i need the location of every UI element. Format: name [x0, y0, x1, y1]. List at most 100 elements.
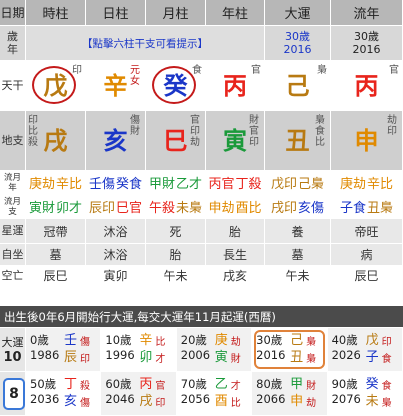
flow-month-cell-6[interactable]: 庚劫 辛比	[331, 171, 403, 195]
lp8-s1: 才	[230, 381, 241, 392]
luck-pillar-6[interactable]: 50歲 2036 丁亥 殺傷	[26, 372, 102, 416]
flow-month-cell-1[interactable]: 庚劫 辛比	[26, 171, 86, 195]
lp7-age: 60歲	[105, 377, 132, 391]
lp3-year: 2006	[180, 348, 211, 362]
stem-month-god: 食	[192, 65, 202, 76]
lp7-year: 2046	[105, 392, 135, 406]
star-1-text: 冠帶	[43, 224, 68, 239]
flow-day-cell-4[interactable]: 申劫 酉比	[206, 195, 265, 219]
branch-flow-gods: 劫印	[387, 115, 397, 137]
void-2-text: 寅卯	[103, 269, 128, 283]
luck-pillar-10[interactable]: 90歲 2076 癸未 食梟	[327, 372, 403, 416]
luck-pillar-2[interactable]: 10歲 1996 辛卯 比才	[101, 328, 177, 372]
luck-pillar-9[interactable]: 80歲 2066 甲申 財劫	[252, 372, 328, 416]
star-4-text: 胎	[228, 224, 241, 239]
stem-flow-char: 丙	[354, 71, 379, 100]
luck-pillar-8[interactable]: 70歲 2056 乙酉 才比	[176, 372, 253, 416]
void-1-text: 辰巳	[43, 269, 68, 283]
lp7-branch: 戌	[139, 394, 153, 409]
self-4-text: 長生	[222, 248, 247, 262]
fd3a: 午殺	[148, 201, 175, 216]
luck-age-cell: 30歲 2016	[265, 26, 331, 61]
luck-age: 30歲	[285, 30, 310, 43]
branch-day[interactable]: 亥 傷財	[86, 111, 146, 171]
lp1-age: 0歲	[30, 333, 49, 347]
void-4: 戌亥	[206, 266, 265, 286]
lp5-stem: 戊	[365, 333, 379, 348]
branch-flow[interactable]: 申 劫印	[331, 111, 403, 171]
flow-day-cell-6[interactable]: 子食 丑梟	[331, 195, 403, 219]
stem-hour-god: 印	[72, 65, 82, 76]
lp8-stem: 乙	[214, 377, 228, 392]
lp1-s1: 傷	[80, 337, 90, 348]
flow-day-cell-2[interactable]: 辰印 巳官	[86, 195, 146, 219]
void-2: 寅卯	[86, 266, 146, 286]
lp7-s2: 印	[155, 398, 166, 409]
stem-year-god: 官	[251, 65, 261, 76]
lp5-branch: 子	[365, 350, 379, 365]
flow-day-cell-3[interactable]: 午殺 未梟	[146, 195, 206, 219]
luck-pillar-1[interactable]: 0歲 1986 壬辰 傷印	[26, 328, 102, 372]
fm6a: 庚劫	[339, 177, 366, 192]
luck-label: 大運	[1, 336, 24, 349]
lp7-s1: 官	[155, 381, 166, 392]
fd5a: 戌印	[270, 201, 297, 216]
flow-day-cell-5[interactable]: 戌印 亥傷	[265, 195, 331, 219]
lp6-branch: 亥	[64, 394, 78, 409]
bazi-page: 日期 時柱 日柱 月柱 年柱 大運 流年 歲年 【點擊六柱干支可看提示】 30歲…	[0, 0, 403, 416]
lp5-s1: 印	[381, 337, 392, 348]
lp8-s2: 比	[230, 398, 241, 409]
self-6-text: 病	[360, 248, 373, 262]
page-number-button[interactable]: 8	[3, 378, 25, 410]
luck-pillar-5[interactable]: 40歲 2026 戊子 印食	[327, 328, 403, 372]
fm4b: 丁殺	[235, 177, 262, 192]
lp9-s2: 劫	[306, 398, 317, 409]
branch-luck[interactable]: 丑 梟食比	[265, 111, 331, 171]
flow-day-cell-1[interactable]: 寅財 卯才	[26, 195, 86, 219]
fm4a: 丙官	[208, 177, 235, 192]
branch-hour[interactable]: 戌 印比殺	[26, 111, 86, 171]
fd4b: 酉比	[235, 201, 262, 216]
fm5a: 戊印	[270, 177, 297, 192]
fd1b: 卯才	[56, 201, 83, 216]
stem-luck[interactable]: 己 梟	[265, 61, 331, 111]
lp1-branch: 辰	[64, 350, 78, 365]
lp6-age: 50歲	[30, 377, 57, 391]
void-5-text: 午未	[285, 269, 310, 283]
star-6: 帝旺	[331, 219, 403, 244]
lp2-s2: 才	[155, 354, 166, 365]
stem-year[interactable]: 丙 官	[206, 61, 265, 111]
flow-month-cell-5[interactable]: 戊印 己梟	[265, 171, 331, 195]
header-hour: 時柱	[26, 0, 86, 26]
flow-month-cell-4[interactable]: 丙官 丁殺	[206, 171, 265, 195]
selected-ring-2	[151, 65, 196, 104]
stem-day[interactable]: 辛 元女	[86, 61, 146, 111]
four-pillars-chart: 日期 時柱 日柱 月柱 年柱 大運 流年 歲年 【點擊六柱干支可看提示】 30歲…	[0, 0, 403, 305]
fd2b: 巳官	[116, 201, 143, 216]
luck-pillar-3[interactable]: 20歲 2006 庚寅 劫財	[176, 328, 253, 372]
lp7-stem: 丙	[139, 377, 153, 392]
stem-hour[interactable]: 戊 印	[26, 61, 86, 111]
lp6-year: 2036	[30, 392, 60, 406]
flow-month-cell-3[interactable]: 甲財 乙才	[146, 171, 206, 195]
luck-pillar-4-current[interactable]: 30歲 2016 己丑 梟梟	[252, 328, 328, 372]
fd3b: 未梟	[176, 201, 203, 216]
self-1-text: 墓	[49, 248, 62, 262]
header-month-label: 月柱	[162, 7, 189, 22]
header-luck: 大運	[265, 0, 331, 26]
self-2: 沐浴	[86, 244, 146, 266]
star-5-text: 養	[291, 224, 304, 239]
lp3-branch: 寅	[214, 350, 228, 365]
branch-luck-gods: 梟食比	[315, 115, 325, 148]
branch-month[interactable]: 巳 官印劫	[146, 111, 206, 171]
flow-month-cell-2[interactable]: 壬傷 癸食	[86, 171, 146, 195]
lp6-stem: 丁	[64, 377, 78, 392]
stem-month[interactable]: 癸 食	[146, 61, 206, 111]
luck-pillar-7[interactable]: 60歲 2046 丙戌 官印	[101, 372, 177, 416]
hint-link[interactable]: 【點擊六柱干支可看提示】	[26, 26, 265, 61]
stem-flow[interactable]: 丙 官	[331, 61, 403, 111]
stem-luck-god: 梟	[317, 65, 327, 76]
lp10-s1: 食	[381, 381, 392, 392]
branch-year[interactable]: 寅 財官印	[206, 111, 265, 171]
lp9-branch: 申	[290, 394, 304, 409]
